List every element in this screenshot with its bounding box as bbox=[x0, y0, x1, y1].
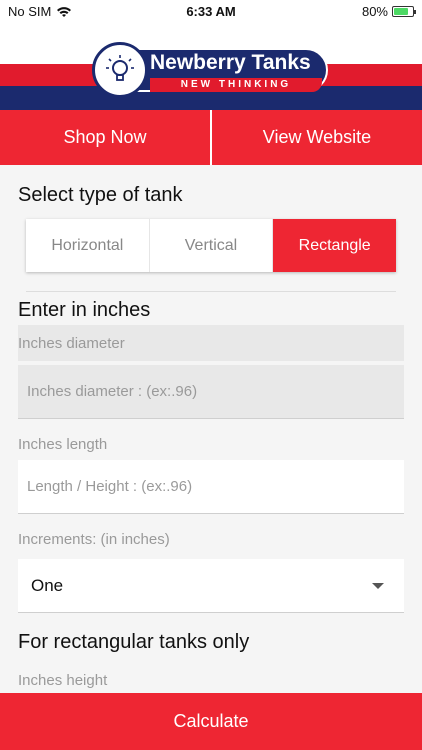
height-label: Inches height bbox=[18, 672, 108, 689]
view-website-button[interactable]: View Website bbox=[212, 110, 422, 165]
diameter-input[interactable]: Inches diameter : (ex:.96) bbox=[18, 365, 404, 419]
tab-rectangle[interactable]: Rectangle bbox=[273, 219, 397, 272]
increments-select[interactable]: One bbox=[18, 559, 404, 613]
inches-title: Enter in inches bbox=[18, 299, 151, 321]
brand-banner: Newberry Tanks NEW THINKING bbox=[0, 22, 422, 110]
increments-value: One bbox=[31, 575, 64, 595]
top-action-bar: Shop Now View Website bbox=[0, 110, 422, 165]
lightbulb-icon bbox=[92, 42, 148, 98]
tank-type-selector: Horizontal Vertical Rectangle bbox=[26, 219, 397, 272]
battery-icon bbox=[392, 6, 416, 17]
length-label: Inches length bbox=[18, 436, 108, 453]
length-input[interactable]: Length / Height : (ex:.96) bbox=[18, 460, 404, 514]
tab-horizontal[interactable]: Horizontal bbox=[26, 219, 150, 272]
tank-type-title: Select type of tank bbox=[18, 184, 183, 206]
diameter-label: Inches diameter bbox=[18, 325, 404, 361]
battery-percent: 80% bbox=[361, 4, 388, 19]
status-right: 80% bbox=[361, 4, 416, 19]
rectangular-title: For rectangular tanks only bbox=[18, 631, 250, 653]
tab-vertical[interactable]: Vertical bbox=[150, 219, 274, 272]
form-content[interactable]: Select type of tank Horizontal Vertical … bbox=[0, 165, 422, 693]
increments-label: Increments: (in inches) bbox=[18, 531, 170, 548]
shop-now-button[interactable]: Shop Now bbox=[0, 110, 210, 165]
calculate-button[interactable]: Calculate bbox=[0, 693, 422, 750]
divider bbox=[26, 291, 396, 292]
brand-name: Newberry Tanks bbox=[150, 51, 311, 74]
brand-logo: Newberry Tanks NEW THINKING bbox=[92, 42, 330, 100]
brand-tagline: NEW THINKING bbox=[150, 78, 322, 92]
dropdown-arrow-icon bbox=[372, 583, 384, 589]
status-bar: No SIM 6:33 AM 80% bbox=[0, 0, 422, 22]
clock: 6:33 AM bbox=[186, 4, 236, 19]
